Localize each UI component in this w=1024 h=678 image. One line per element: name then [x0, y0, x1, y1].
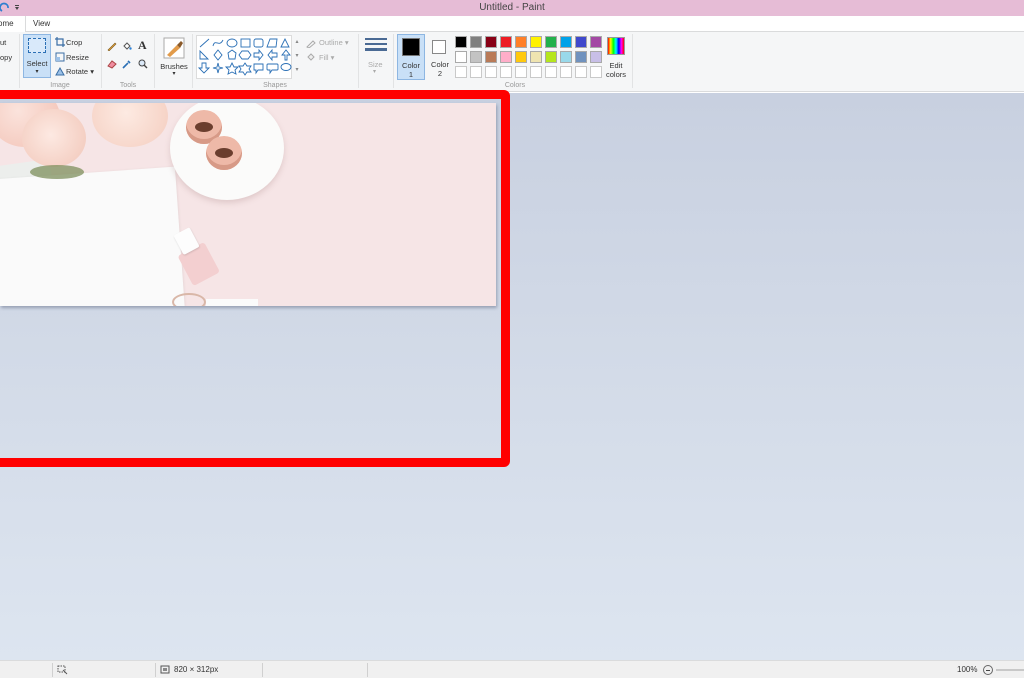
red-rectangle-annotation[interactable]: [0, 90, 510, 467]
chevron-down-icon: ▾: [295, 53, 299, 59]
color-swatch[interactable]: [590, 36, 602, 48]
chevron-down-icon: ▾: [373, 69, 377, 75]
status-bar: 820 × 312px 100%: [0, 660, 1024, 678]
color-swatch[interactable]: [575, 36, 587, 48]
resize-icon: [55, 52, 65, 62]
color-swatch[interactable]: [530, 66, 542, 78]
color2-label: Color: [431, 60, 449, 69]
color-swatch[interactable]: [470, 66, 482, 78]
crop-icon: [55, 37, 65, 47]
canvas-workspace[interactable]: [0, 90, 1024, 660]
tab-home[interactable]: ome: [0, 16, 26, 32]
eraser-icon[interactable]: [107, 59, 117, 69]
color-swatch[interactable]: [515, 66, 527, 78]
color-swatch[interactable]: [455, 51, 467, 63]
color-swatch[interactable]: [590, 66, 602, 78]
image-group-label: Image: [50, 82, 70, 89]
color-swatch[interactable]: [515, 51, 527, 63]
select-button[interactable]: Select ▾: [23, 34, 51, 78]
tab-view[interactable]: View: [27, 16, 57, 32]
image-size-icon: [160, 665, 170, 674]
chevron-down-icon: ▾: [35, 69, 39, 75]
color-swatch[interactable]: [530, 51, 542, 63]
shapes-icons: [197, 37, 292, 76]
color-swatch[interactable]: [560, 36, 572, 48]
color-swatch[interactable]: [500, 66, 512, 78]
color-swatch[interactable]: [560, 66, 572, 78]
size-lines-icon[interactable]: [365, 38, 387, 56]
rotate-button[interactable]: Rotate ▾: [66, 67, 94, 76]
outline-icon: [306, 40, 316, 48]
color-swatch[interactable]: [575, 66, 587, 78]
fill-button[interactable]: Fill ▾: [319, 53, 334, 62]
chevron-up-icon: ▴: [295, 39, 299, 45]
color2-number: 2: [437, 69, 443, 78]
expand-icon: ▾: [295, 67, 299, 73]
color-swatch[interactable]: [500, 36, 512, 48]
title-bar: Untitled - Paint: [0, 0, 1024, 16]
outline-button[interactable]: Outline ▾: [319, 38, 349, 47]
rotate-icon: [55, 66, 65, 76]
ribbon-tabs: ome View: [0, 16, 1024, 32]
color1-label: Color: [402, 61, 420, 70]
copy-button[interactable]: opy: [0, 53, 12, 62]
color-swatch[interactable]: [545, 36, 557, 48]
select-rectangle-icon: [28, 38, 46, 53]
color1-swatch: [402, 38, 420, 56]
pencil-icon[interactable]: [107, 41, 117, 51]
cut-button[interactable]: ut: [0, 38, 6, 47]
select-label: Select: [26, 59, 48, 68]
window-title: Untitled - Paint: [479, 2, 545, 13]
color-swatch[interactable]: [590, 51, 602, 63]
zoom-slider[interactable]: [996, 669, 1024, 671]
color-swatch[interactable]: [485, 66, 497, 78]
color-spectrum-icon: [607, 37, 625, 55]
color-swatch[interactable]: [470, 51, 482, 63]
color-swatch[interactable]: [545, 51, 557, 63]
edit-colors-label: Edit: [609, 61, 623, 70]
color-swatch[interactable]: [485, 36, 497, 48]
selection-size-icon: [57, 665, 68, 675]
brush-icon: [163, 37, 185, 59]
color2-button[interactable]: Color 2: [427, 34, 453, 80]
shapes-group-label: Shapes: [263, 82, 287, 89]
color-swatch[interactable]: [485, 51, 497, 63]
color-swatch[interactable]: [515, 36, 527, 48]
color-swatch[interactable]: [545, 66, 557, 78]
color-swatch[interactable]: [500, 51, 512, 63]
color-swatch[interactable]: [575, 51, 587, 63]
image-dimensions: 820 × 312px: [174, 665, 219, 674]
color-swatch[interactable]: [530, 36, 542, 48]
color-swatch[interactable]: [560, 51, 572, 63]
text-tool-icon[interactable]: A: [138, 38, 147, 53]
color-swatch[interactable]: [470, 36, 482, 48]
color-picker-icon[interactable]: [122, 59, 132, 69]
fill-icon: [307, 53, 315, 61]
shapes-scrollbar[interactable]: ▴ ▾ ▾: [293, 35, 301, 79]
zoom-level: 100%: [957, 665, 978, 674]
brushes-button[interactable]: Brushes ▾: [158, 35, 190, 81]
ribbon: ut opy Select ▾ Crop Resize Rotate ▾ Ima…: [0, 32, 1024, 92]
color2-swatch: [432, 40, 446, 54]
color1-number: 1: [408, 70, 414, 79]
magnifier-icon[interactable]: [138, 59, 148, 69]
edit-colors-button[interactable]: Edit colors: [604, 34, 628, 80]
chevron-down-icon: ▾: [172, 71, 176, 77]
color-swatch[interactable]: [455, 36, 467, 48]
tools-group-label: Tools: [119, 82, 137, 89]
fill-bucket-icon[interactable]: [122, 41, 132, 51]
edit-colors-label-2: colors: [605, 70, 626, 79]
color-swatch[interactable]: [455, 66, 467, 78]
shapes-gallery[interactable]: [196, 35, 292, 79]
resize-button[interactable]: Resize: [66, 53, 89, 62]
crop-button[interactable]: Crop: [66, 38, 82, 47]
color-palette: [455, 36, 605, 80]
color1-button[interactable]: Color 1: [397, 34, 425, 80]
colors-group-label: Colors: [504, 82, 526, 89]
zoom-out-button[interactable]: [983, 665, 993, 675]
